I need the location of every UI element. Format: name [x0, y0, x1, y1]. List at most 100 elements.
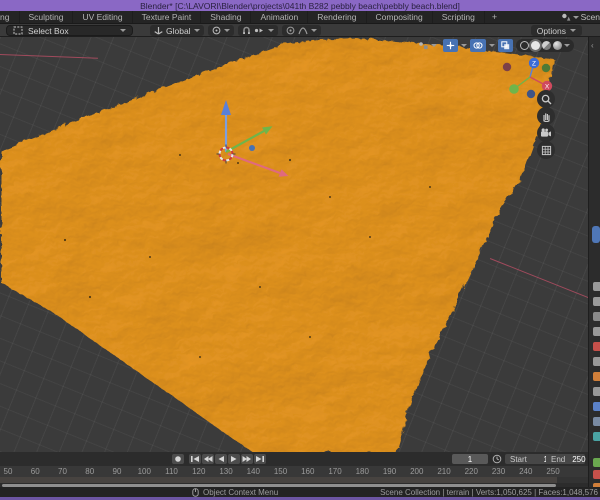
falloff-curve-icon: [298, 27, 308, 35]
properties-tab-icon[interactable]: [593, 432, 600, 441]
nav-axis-neg-z[interactable]: [526, 89, 536, 99]
ruler-tick-110: 110: [165, 467, 178, 476]
next-keyframe-button[interactable]: [241, 454, 253, 464]
status-context-hint: Object Context Menu: [203, 487, 279, 497]
previous-keyframe-button[interactable]: [202, 454, 214, 464]
properties-tab-icon[interactable]: [593, 342, 600, 351]
pivot-point-icon: [212, 26, 220, 35]
workspace-tab-uv-editing[interactable]: UV Editing: [73, 11, 133, 23]
active-tool-dropdown[interactable]: Select Box: [6, 25, 133, 36]
nav-axis-y[interactable]: [509, 84, 519, 94]
scene-selector[interactable]: Scen: [561, 12, 600, 22]
collapse-arrow-icon[interactable]: ‹: [591, 41, 594, 50]
properties-tab-icon[interactable]: [593, 312, 600, 321]
overlays-toggle-button[interactable]: [470, 39, 486, 52]
chevron-down-icon[interactable]: [564, 44, 570, 47]
workspace-tab-rendering[interactable]: Rendering: [308, 11, 367, 23]
ruler-tick-190: 190: [382, 467, 397, 476]
object-visibility-dropdown[interactable]: [415, 39, 440, 52]
ruler-tick-160: 160: [301, 467, 315, 476]
auto-keying-clock-icon[interactable]: [492, 454, 502, 464]
camera-view-button[interactable]: [537, 124, 555, 142]
pan-button[interactable]: [537, 107, 555, 125]
timeline-out-of-range: [557, 477, 588, 483]
properties-editor-sliver: ‹: [588, 37, 600, 487]
ruler-tick-170: 170: [328, 467, 342, 476]
timeline-frame-range: [0, 477, 557, 483]
workspace-tab-scripting[interactable]: Scripting: [433, 11, 485, 23]
nav-axis-neg-x[interactable]: [502, 62, 512, 72]
play-button[interactable]: [228, 454, 240, 464]
end-label: End: [551, 454, 566, 464]
properties-tab-icon[interactable]: [593, 458, 600, 467]
ruler-tick-150: 150: [273, 467, 288, 476]
ruler-tick-230: 230: [491, 467, 506, 476]
jump-to-end-button[interactable]: [254, 454, 266, 464]
ruler-tick-80: 80: [85, 467, 95, 476]
toggle-grid-button[interactable]: [537, 141, 555, 159]
scene-icon: [561, 13, 571, 21]
workspace-tab-modeling[interactable]: Modeling: [0, 11, 20, 23]
proportional-edit-icon: [286, 26, 294, 35]
transform-orientation-dropdown[interactable]: Global: [150, 25, 204, 36]
properties-tab-icon[interactable]: [593, 470, 600, 479]
3d-viewport[interactable]: Z X: [0, 37, 588, 452]
shading-rendered-icon[interactable]: [553, 41, 562, 50]
proportional-edit-controls[interactable]: [281, 25, 321, 36]
camera-view-icon: [541, 128, 551, 137]
properties-tab-icon[interactable]: [593, 417, 600, 426]
frame-end-field[interactable]: End 250: [546, 454, 586, 464]
shading-solid-icon[interactable]: [531, 41, 540, 50]
pivot-point-dropdown[interactable]: [207, 25, 234, 36]
options-label: Options: [536, 25, 566, 36]
options-dropdown[interactable]: Options: [530, 25, 582, 36]
shading-wireframe-icon[interactable]: [520, 41, 529, 50]
workspace-tab-shading[interactable]: Shading: [201, 11, 252, 23]
jump-to-start-button[interactable]: [189, 454, 201, 464]
shading-material-icon[interactable]: [542, 41, 551, 50]
tool-settings-bar: Select Box Global Options: [0, 24, 600, 37]
scrollbar-thumb[interactable]: [592, 226, 600, 243]
end-value: 250: [572, 454, 586, 464]
chevron-down-icon[interactable]: [461, 44, 467, 47]
chevron-down-icon[interactable]: [489, 44, 495, 47]
gizmo-toggle-button[interactable]: [443, 39, 458, 52]
zoom-icon: [541, 94, 551, 104]
ruler-tick-250: 250: [546, 467, 560, 476]
overlays-toggle-icon: [473, 42, 483, 49]
ruler-tick-70: 70: [58, 467, 67, 476]
properties-tab-icon[interactable]: [593, 357, 600, 366]
snapping-controls[interactable]: [237, 25, 278, 36]
play-reverse-button[interactable]: [215, 454, 227, 464]
snap-magnet-icon: [242, 26, 250, 34]
record-button[interactable]: [172, 454, 184, 464]
zoom-button[interactable]: [537, 90, 555, 108]
transform-gizmo[interactable]: [180, 95, 310, 195]
chevron-down-icon: [223, 29, 230, 32]
ruler-tick-120: 120: [192, 467, 206, 476]
timeline-editor[interactable]: 1 Start 1 End 250 50 60 70 80 90 100 110 120 130…: [0, 452, 588, 487]
gizmo-view-handle[interactable]: [249, 145, 255, 151]
current-frame-field[interactable]: 1: [452, 454, 488, 464]
workspace-tab-texture-paint[interactable]: Texture Paint: [133, 11, 202, 23]
transform-options-cluster: Global: [150, 25, 321, 36]
window-titlebar: Blender* [C:\LAVORI\Blender\projects\041…: [0, 0, 600, 11]
chevron-down-icon: [310, 29, 317, 32]
properties-tab-icon[interactable]: [593, 297, 600, 306]
workspace-tab-animation[interactable]: Animation: [251, 11, 309, 23]
properties-tab-icon[interactable]: [593, 372, 600, 381]
add-workspace-button[interactable]: +: [485, 11, 504, 23]
workspace-tab-sculpting[interactable]: Sculpting: [20, 11, 74, 23]
properties-tab-icon[interactable]: [593, 387, 600, 396]
nav-axis-neg-y[interactable]: [541, 63, 551, 73]
toggle-grid-icon: [541, 145, 551, 155]
orientation-label: Global: [166, 25, 191, 36]
timeline-ruler[interactable]: 50 60 70 80 90 100 110 120 130 140 150 160 170 180 190…: [0, 466, 588, 477]
properties-tab-icon[interactable]: [593, 282, 600, 291]
workspace-tab-compositing[interactable]: Compositing: [367, 11, 433, 23]
gizmo-z-arrow[interactable]: [221, 100, 231, 115]
gizmo-x-arrow[interactable]: [278, 169, 289, 177]
properties-tab-icon[interactable]: [593, 327, 600, 336]
chevron-down-icon: [193, 29, 200, 32]
properties-tab-icon[interactable]: [593, 402, 600, 411]
